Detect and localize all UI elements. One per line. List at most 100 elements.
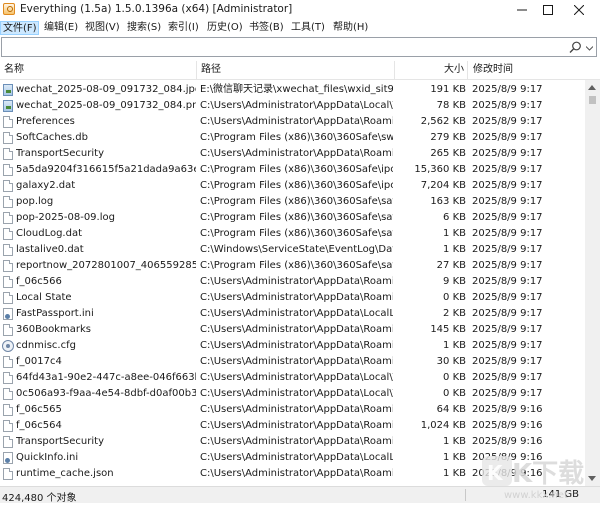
cell-name: wechat_2025-08-09_091732_084.jpg <box>16 84 196 95</box>
table-row[interactable]: pop-2025-08-09.log C:\Program Files (x86)… <box>0 210 585 226</box>
menu-bookmarks[interactable]: 书签(B) <box>249 21 284 35</box>
menu-index[interactable]: 索引(I) <box>168 21 199 35</box>
total-size: 141 GB <box>542 489 579 500</box>
table-row[interactable]: f_06c564 C:\Users\Administrator\AppData\R… <box>0 418 585 434</box>
cell-path: C:\Users\Administrator\AppData\Local\T..… <box>200 372 393 383</box>
menu-view[interactable]: 视图(V) <box>85 21 120 35</box>
cell-size: 1 KB <box>443 452 466 463</box>
object-count: 424,480 个对象 <box>2 493 77 504</box>
chevron-down-icon[interactable] <box>585 43 594 54</box>
table-row[interactable]: 0c506a93-f9aa-4e54-8dbf-d0af00b3e... C:\U… <box>0 386 585 402</box>
cell-name: 5a5da9204f316615f5a21dada9a63e76 <box>16 164 196 175</box>
cell-path: C:\Users\Administrator\AppData\Roamin... <box>200 436 393 447</box>
cell-size: 0 KB <box>443 388 466 399</box>
table-row[interactable]: TransportSecurity C:\Users\Administrator\… <box>0 146 585 162</box>
file-file-icon <box>3 324 13 336</box>
table-row[interactable]: SoftCaches.db C:\Program Files (x86)\360\… <box>0 130 585 146</box>
cell-path: C:\Users\Administrator\AppData\Roamin... <box>200 404 393 415</box>
cell-size: 145 KB <box>430 324 466 335</box>
column-divider[interactable] <box>394 61 395 79</box>
table-row[interactable]: 64fd43a1-90e2-447c-a8ee-046f663b6... C:\U… <box>0 370 585 386</box>
scroll-up-icon[interactable] <box>588 85 596 90</box>
table-row[interactable]: wechat_2025-08-09_091732_084.png C:\Users… <box>0 98 585 114</box>
file-file-icon <box>3 292 13 304</box>
search-input[interactable] <box>1 37 597 57</box>
file-file-icon <box>3 436 13 448</box>
table-row[interactable]: f_06c565 C:\Users\Administrator\AppData\R… <box>0 402 585 418</box>
search-icon[interactable] <box>569 41 582 54</box>
cell-date: 2025/8/9 9:17 <box>472 292 543 303</box>
table-row[interactable]: f_0017c4 C:\Users\Administrator\AppData\R… <box>0 354 585 370</box>
menu-tools[interactable]: 工具(T) <box>291 21 325 35</box>
cell-size: 78 KB <box>436 100 466 111</box>
cell-path: C:\Windows\ServiceState\EventLog\Data <box>200 244 393 255</box>
column-name[interactable]: 名称 <box>4 61 24 79</box>
table-row[interactable]: 5a5da9204f316615f5a21dada9a63e76 C:\Progr… <box>0 162 585 178</box>
column-divider[interactable] <box>196 61 197 79</box>
menu-history[interactable]: 历史(O) <box>207 21 243 35</box>
menu-help[interactable]: 帮助(H) <box>333 21 368 35</box>
table-row[interactable]: Local State C:\Users\Administrator\AppDat… <box>0 290 585 306</box>
table-row[interactable]: lastalive0.dat C:\Windows\ServiceState\Ev… <box>0 242 585 258</box>
cell-size: 9 KB <box>443 276 466 287</box>
cell-path: C:\Users\Administrator\AppData\LocalLo..… <box>200 452 393 463</box>
table-row[interactable]: galaxy2.dat C:\Program Files (x86)\360\36… <box>0 178 585 194</box>
table-row[interactable]: f_06c566 C:\Users\Administrator\AppData\R… <box>0 274 585 290</box>
cell-name: TransportSecurity <box>16 436 104 447</box>
file-file-icon <box>3 356 13 368</box>
table-row[interactable]: pop.log C:\Program Files (x86)\360\360Saf… <box>0 194 585 210</box>
table-row[interactable]: TransportSecurity C:\Users\Administrator\… <box>0 434 585 450</box>
file-file-icon <box>3 212 13 224</box>
file-file-icon <box>3 260 13 272</box>
column-size[interactable]: 大小 <box>396 61 464 79</box>
close-button[interactable] <box>566 0 592 19</box>
column-divider[interactable] <box>467 61 468 79</box>
table-row[interactable]: 360Bookmarks C:\Users\Administrator\AppDa… <box>0 322 585 338</box>
scrollbar-thumb[interactable] <box>589 96 596 104</box>
menu-file[interactable]: 文件(F) <box>0 21 39 35</box>
cell-path: C:\Users\Administrator\AppData\Roamin... <box>200 324 393 335</box>
table-row[interactable]: runtime_cache.json C:\Users\Administrator… <box>0 466 585 482</box>
cell-path: C:\Users\Administrator\AppData\Roamin... <box>200 148 393 159</box>
table-row[interactable]: FastPassport.ini C:\Users\Administrator\A… <box>0 306 585 322</box>
cell-name: FastPassport.ini <box>16 308 94 319</box>
maximize-button[interactable] <box>535 0 561 19</box>
table-row[interactable]: CloudLog.dat C:\Program Files (x86)\360\3… <box>0 226 585 242</box>
menu-search[interactable]: 搜索(S) <box>127 21 161 35</box>
cell-name: lastalive0.dat <box>16 244 84 255</box>
settings-file-icon <box>2 340 14 352</box>
cell-size: 191 KB <box>430 84 466 95</box>
minimize-icon <box>517 9 527 10</box>
table-row[interactable]: Preferences C:\Users\Administrator\AppDat… <box>0 114 585 130</box>
cell-date: 2025/8/9 9:17 <box>472 132 543 143</box>
cell-date: 2025/8/9 9:16 <box>472 452 543 463</box>
cell-date: 2025/8/9 9:17 <box>472 212 543 223</box>
scroll-down-icon[interactable] <box>588 476 596 481</box>
file-file-icon <box>3 164 13 176</box>
image-file-icon <box>3 100 13 112</box>
gear-file-icon <box>3 452 13 464</box>
cell-date: 2025/8/9 9:16 <box>472 420 543 431</box>
cell-path: E:\微信聊天记录\xwechat_files\wxid_sit9pl... <box>200 84 393 95</box>
table-row[interactable]: reportnow_2072801007_4065592858_1... C:\P… <box>0 258 585 274</box>
cell-size: 2 KB <box>443 308 466 319</box>
cell-name: pop.log <box>16 196 54 207</box>
table-row[interactable]: wechat_2025-08-09_091732_084.jpg E:\微信聊天记… <box>0 82 585 98</box>
cell-date: 2025/8/9 9:17 <box>472 100 543 111</box>
cell-path: C:\Users\Administrator\AppData\Local\T..… <box>200 388 393 399</box>
minimize-button[interactable] <box>509 0 535 19</box>
cell-size: 163 KB <box>430 196 466 207</box>
cell-path: C:\Program Files (x86)\360\360Safe\swee.… <box>200 132 393 143</box>
cell-date: 2025/8/9 9:17 <box>472 356 543 367</box>
cell-size: 0 KB <box>443 292 466 303</box>
table-row[interactable]: QuickInfo.ini C:\Users\Administrator\AppD… <box>0 450 585 466</box>
column-path[interactable]: 路径 <box>201 61 221 79</box>
column-date[interactable]: 修改时间 <box>473 61 513 79</box>
table-row[interactable]: cdnmisc.cfg C:\Users\Administrator\AppDat… <box>0 338 585 354</box>
menu-edit[interactable]: 编辑(E) <box>44 21 78 35</box>
cell-path: C:\Program Files (x86)\360\360Safe\safe.… <box>200 196 393 207</box>
cell-name: f_0017c4 <box>16 356 62 367</box>
cell-date: 2025/8/9 9:17 <box>472 116 543 127</box>
cell-size: 64 KB <box>436 404 466 415</box>
vertical-scrollbar[interactable] <box>585 80 600 486</box>
